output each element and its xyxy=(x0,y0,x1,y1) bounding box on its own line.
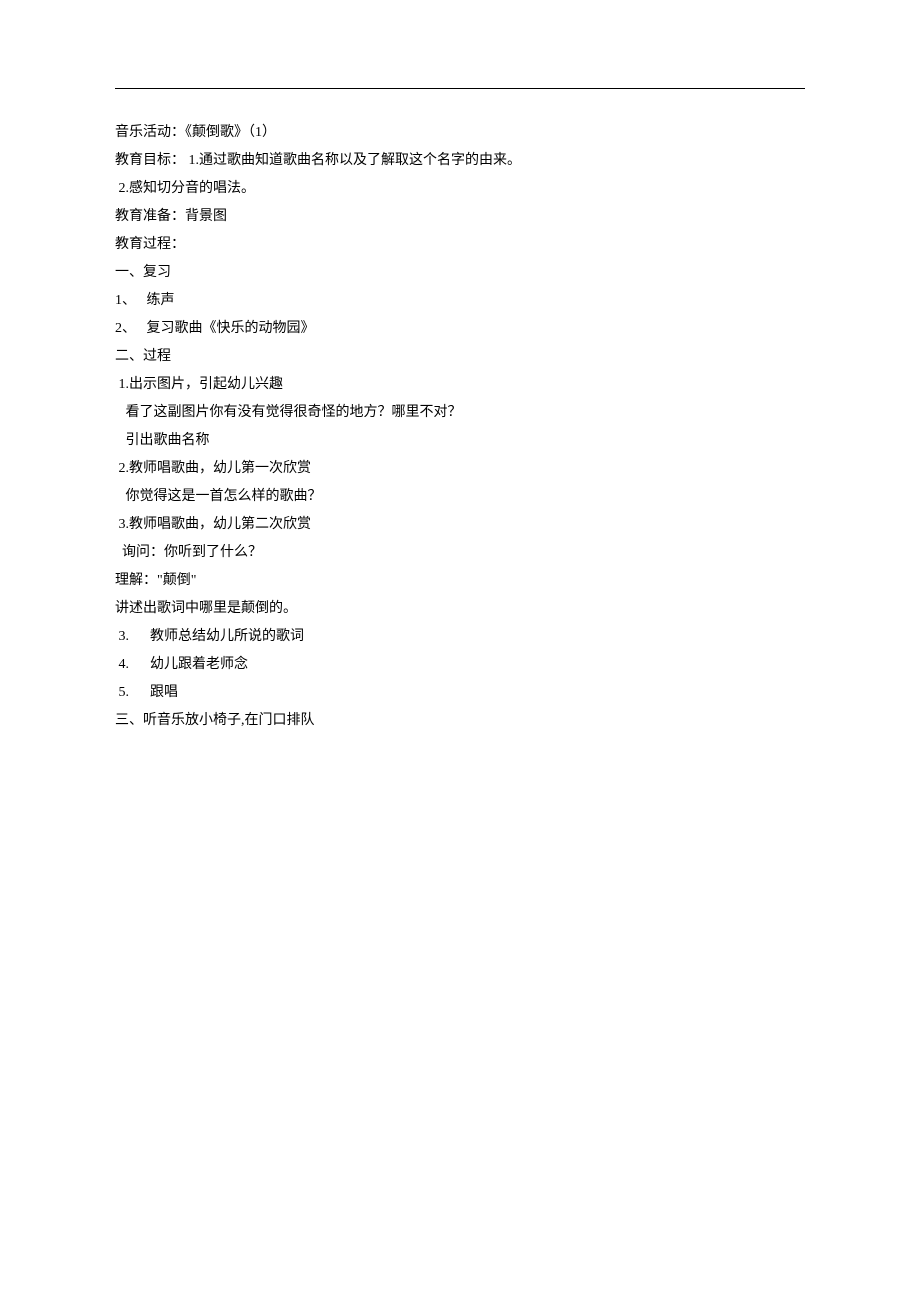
text-line: 你觉得这是一首怎么样的歌曲？ xyxy=(115,483,805,511)
text-line: 讲述出歌词中哪里是颠倒的。 xyxy=(115,595,805,623)
text-line: 教育过程： xyxy=(115,231,805,259)
text-line: 三、听音乐放小椅子,在门口排队 xyxy=(115,707,805,735)
text-line: 教育准备：背景图 xyxy=(115,203,805,231)
text-line: 2.教师唱歌曲，幼儿第一次欣赏 xyxy=(115,455,805,483)
text-line: 1.出示图片，引起幼儿兴趣 xyxy=(115,371,805,399)
text-line: 理解："颠倒" xyxy=(115,567,805,595)
text-line: 二、过程 xyxy=(115,343,805,371)
text-line: 教育目标： 1.通过歌曲知道歌曲名称以及了解取这个名字的由来。 xyxy=(115,147,805,175)
text-line: 看了这副图片你有没有觉得很奇怪的地方？哪里不对？ xyxy=(115,399,805,427)
text-line: 引出歌曲名称 xyxy=(115,427,805,455)
text-line: 音乐活动：《颠倒歌》（1） xyxy=(115,119,805,147)
text-line: 4. 幼儿跟着老师念 xyxy=(115,651,805,679)
text-line: 3.教师唱歌曲，幼儿第二次欣赏 xyxy=(115,511,805,539)
text-line: 5. 跟唱 xyxy=(115,679,805,707)
top-divider xyxy=(115,88,805,89)
text-line: 一、复习 xyxy=(115,259,805,287)
text-line: 1、 练声 xyxy=(115,287,805,315)
text-line: 3. 教师总结幼儿所说的歌词 xyxy=(115,623,805,651)
text-line: 询问：你听到了什么？ xyxy=(115,539,805,567)
document-content: 音乐活动：《颠倒歌》（1） 教育目标： 1.通过歌曲知道歌曲名称以及了解取这个名… xyxy=(0,0,920,735)
text-line: 2.感知切分音的唱法。 xyxy=(115,175,805,203)
text-line: 2、 复习歌曲《快乐的动物园》 xyxy=(115,315,805,343)
